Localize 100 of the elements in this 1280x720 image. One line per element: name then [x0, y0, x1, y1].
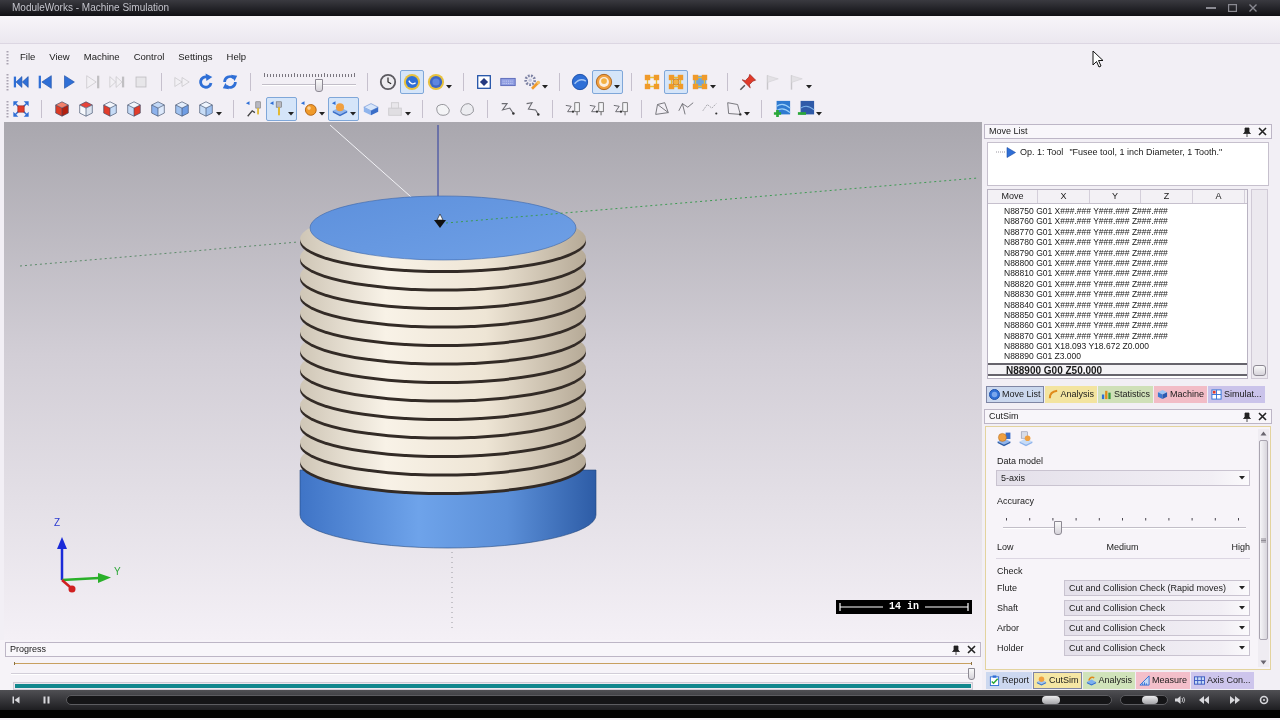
scrollbar[interactable] [1251, 189, 1268, 379]
ruler-icon [1139, 675, 1151, 686]
scroll-up-icon[interactable] [1260, 431, 1267, 436]
dropdown[interactable]: Cut and Collision Check [1064, 600, 1250, 616]
settings-button[interactable] [1257, 693, 1271, 707]
menu-item[interactable]: Help [219, 48, 254, 66]
caret-icon [216, 111, 222, 116]
scrollbar-thumb[interactable] [1259, 440, 1268, 640]
column-header[interactable]: X [1038, 190, 1090, 203]
panel-tab[interactable]: Analysis [1082, 672, 1136, 689]
expand-triangle-icon[interactable] [1006, 147, 1016, 158]
caret-icon [350, 111, 356, 116]
maximize-button[interactable] [1227, 3, 1237, 13]
panel-tab[interactable]: Axis Con... [1191, 672, 1254, 689]
caret-icon [446, 84, 452, 89]
column-header[interactable]: Z [1141, 190, 1193, 203]
close-button[interactable] [1248, 3, 1258, 13]
maximize-icon [1227, 4, 1237, 12]
menu-item[interactable]: Settings [171, 48, 220, 66]
tree-item-label[interactable]: Op. 1: Tool [1020, 147, 1064, 158]
rewind-button[interactable] [1197, 693, 1211, 707]
field-label: Shaft [996, 603, 1019, 613]
table-row[interactable]: N88810 G01 X###.### Y###.### Z###.### [988, 268, 1247, 279]
toolbar-grip[interactable] [6, 98, 9, 119]
panel-tab[interactable]: Machine [1154, 386, 1208, 403]
stock-button[interactable] [328, 96, 359, 121]
caret-icon [319, 111, 325, 116]
table-row[interactable]: N88770 G01 X###.### Y###.### Z###.### [988, 226, 1247, 238]
column-header[interactable]: A [1193, 190, 1245, 203]
table-row[interactable]: N88760 G01 X###.### Y###.### Z###.### [988, 216, 1247, 227]
field-label: Data model [996, 456, 1045, 466]
table-row[interactable]: N88880 G01 X18.093 Y18.672 Z0.000 [988, 341, 1247, 352]
panel-tab[interactable]: Report [986, 672, 1032, 689]
table-row[interactable]: N88800 G01 X###.### Y###.### Z###.### [988, 257, 1247, 269]
caret-icon [744, 111, 750, 116]
scale-line [925, 603, 969, 611]
caret-icon [1239, 586, 1245, 590]
field-label: Holder [996, 643, 1025, 653]
dropdown[interactable]: 5-axis [996, 470, 1250, 486]
menu-item[interactable]: View [42, 48, 77, 66]
scroll-down-icon[interactable] [1260, 660, 1267, 665]
slider-thumb[interactable] [968, 668, 975, 680]
table-row[interactable]: N88900 G00 Z50.000 [988, 362, 1247, 376]
slider-thumb[interactable] [315, 78, 324, 92]
table-row[interactable]: N88780 G01 X###.### Y###.### Z###.### [988, 237, 1247, 248]
progress-slider[interactable] [11, 668, 975, 680]
grid-icon [1194, 675, 1206, 686]
fast-forward-button[interactable] [1228, 693, 1242, 707]
pin-icon[interactable] [1243, 411, 1251, 422]
table-row[interactable]: N88820 G01 X###.### Y###.### Z###.### [988, 278, 1247, 290]
grid-icon [1211, 389, 1223, 400]
dropdown[interactable]: Cut and Collision Check (Rapid moves) [1064, 580, 1250, 596]
panel-tab[interactable]: Measure [1136, 672, 1191, 689]
speaker-icon [1174, 695, 1186, 705]
group-label: Check [996, 566, 1024, 576]
panel-title: Move List [989, 127, 1028, 136]
table-row[interactable]: N88840 G01 X###.### Y###.### Z###.### [988, 299, 1247, 310]
menu-item[interactable]: Machine [76, 48, 127, 66]
settings-icon [1258, 695, 1270, 705]
caret-icon [1239, 626, 1245, 630]
panel-tab[interactable]: Statistics [1098, 386, 1154, 403]
table-row[interactable]: N88890 G01 Z3.000 [988, 351, 1247, 362]
toolbar-grip[interactable] [6, 49, 9, 65]
close-icon[interactable] [967, 645, 976, 654]
pin-icon[interactable] [1243, 126, 1251, 137]
dropdown[interactable]: Cut and Collision Check [1064, 640, 1250, 656]
slider-thumb[interactable] [1054, 521, 1063, 535]
scrollbar-thumb[interactable] [1253, 365, 1266, 376]
panel-tab[interactable]: Move List [986, 386, 1044, 403]
seek-thumb[interactable] [1041, 696, 1060, 704]
rewind-icon [1198, 695, 1210, 705]
pin-icon[interactable] [952, 644, 960, 655]
table-row[interactable]: N88830 G01 X###.### Y###.### Z###.### [988, 289, 1247, 300]
dropdown[interactable]: Cut and Collision Check [1064, 620, 1250, 636]
panel-tab[interactable]: CutSim [1033, 672, 1082, 689]
caret-icon [1239, 606, 1245, 610]
table-row[interactable]: N88750 G01 X###.### Y###.### Z###.### [988, 206, 1247, 217]
table-row[interactable]: N88870 G01 X###.### Y###.### Z###.### [988, 330, 1247, 342]
toolbar-grip[interactable] [6, 71, 9, 92]
menu-item[interactable]: File [13, 48, 43, 66]
tool-button[interactable] [266, 96, 297, 121]
table-row[interactable]: N88850 G01 X###.### Y###.### Z###.### [988, 309, 1247, 321]
panel-tab[interactable]: Simulat... [1208, 386, 1265, 403]
close-icon[interactable] [1258, 127, 1267, 136]
table-row[interactable]: N88790 G01 X###.### Y###.### Z###.### [988, 247, 1247, 258]
speed-slider[interactable] [262, 70, 356, 93]
stock-view-icon[interactable] [996, 431, 1012, 447]
volume-slider[interactable] [1120, 695, 1168, 705]
column-header[interactable]: Y [1090, 190, 1141, 203]
scale-label: 14 in [888, 602, 920, 612]
volume-button[interactable] [1173, 693, 1187, 707]
x-axis-arrow [61, 579, 76, 593]
column-header[interactable]: Move [988, 190, 1038, 203]
close-icon[interactable] [1258, 412, 1267, 421]
slider-thumb[interactable] [1142, 696, 1158, 704]
ring-button[interactable] [592, 69, 623, 94]
scrollbar[interactable] [1258, 429, 1269, 667]
panel-tab[interactable]: Analysis [1044, 386, 1098, 403]
table-row[interactable]: N88860 G01 X###.### Y###.### Z###.### [988, 320, 1247, 331]
menu-item[interactable]: Control [126, 48, 172, 66]
